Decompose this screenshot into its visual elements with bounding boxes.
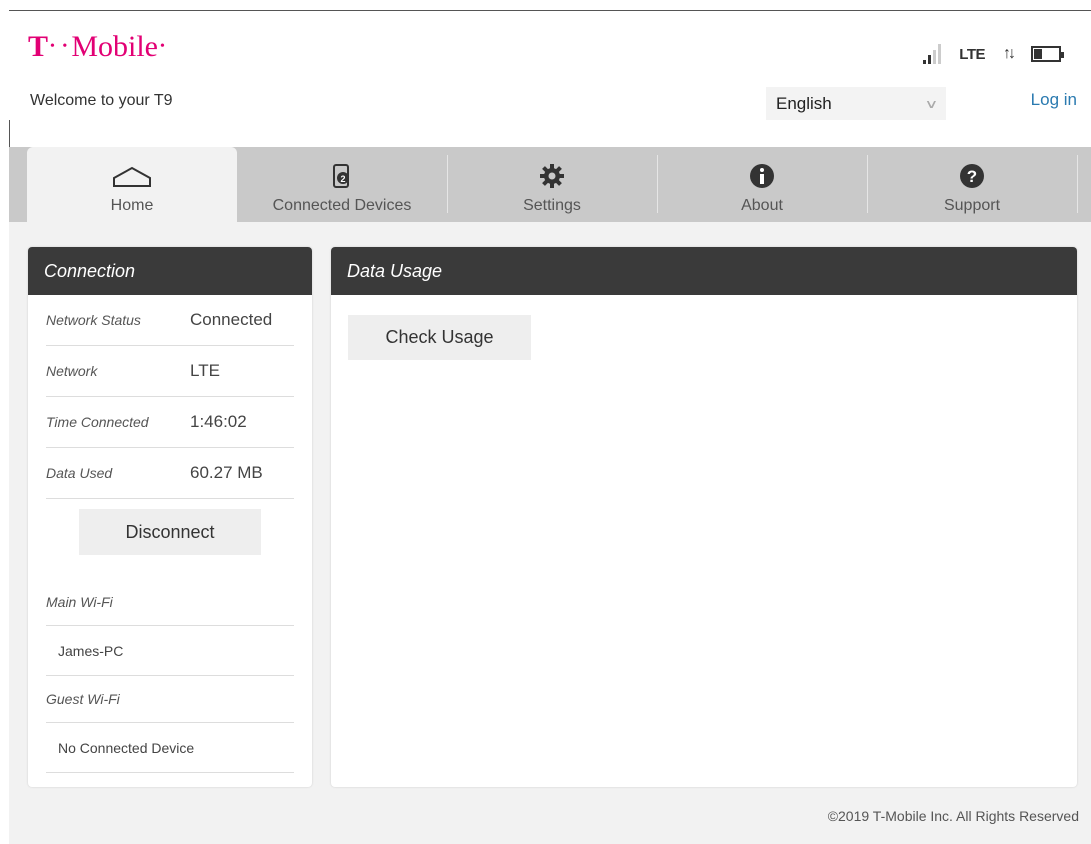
row-label: Time Connected [46,414,149,430]
connected-devices-icon: 2 [331,161,353,191]
check-usage-button[interactable]: Check Usage [348,315,531,360]
data-usage-panel: Data Usage Check Usage [331,247,1077,787]
battery-icon [1031,46,1064,62]
tab-settings[interactable]: Settings [447,147,657,222]
copyright: ©2019 T-Mobile Inc. All Rights Reserved [827,808,1079,824]
tab-label: Settings [523,197,581,214]
connection-title: Connection [28,247,312,295]
guest-wifi-device: No Connected Device [46,723,294,773]
main-content: Connection Network Status Connected Netw… [9,222,1091,844]
tab-home[interactable]: Home [27,147,237,222]
info-icon [749,161,775,191]
disconnect-button[interactable]: Disconnect [79,509,261,555]
row-label: Network [46,363,98,379]
row-value: 1:46:02 [190,412,247,431]
tab-about[interactable]: About [657,147,867,222]
chevron-down-icon: ∨ [924,96,939,111]
welcome-text: Welcome to your T9 [30,92,173,109]
tab-support[interactable]: ? Support [867,147,1077,222]
language-selected: English [776,93,832,113]
devices-badge: 2 [340,174,345,184]
main-wifi-label: Main Wi-Fi [46,579,294,626]
login-link[interactable]: Log in [1031,90,1077,110]
network-row: Network LTE [46,346,294,397]
tab-label: About [741,197,783,214]
status-bar: LTE ↑↓ [923,44,1064,64]
tab-label: Connected Devices [272,197,412,214]
t-mobile-logo: T • • Mobile • [28,30,167,63]
tab-separator [1077,155,1078,213]
language-select[interactable]: English ∨ [766,87,946,120]
home-icon [110,161,154,191]
signal-icon [923,44,942,64]
top-divider [9,10,1091,11]
row-value: Connected [190,310,273,329]
gear-icon [539,161,565,191]
tab-label: Home [110,197,154,214]
row-label: Data Used [46,465,113,481]
up-down-arrows-icon: ↑↓ [1003,45,1016,62]
help-icon: ? [959,161,985,191]
time-connected-row: Time Connected 1:46:02 [46,397,294,448]
row-value: 60.27 MB [190,463,263,482]
data-usage-title: Data Usage [331,247,1077,295]
data-used-row: Data Used 60.27 MB [46,448,294,499]
tab-label: Support [943,197,1001,214]
disconnect-wrap: Disconnect [28,499,312,579]
connection-panel: Connection Network Status Connected Netw… [28,247,312,787]
guest-wifi-label: Guest Wi-Fi [46,676,294,723]
svg-text:?: ? [967,167,977,186]
tab-connected-devices[interactable]: 2 Connected Devices [237,147,447,222]
main-nav: Home 2 Connected Devices Settings About … [9,147,1091,222]
status-row: Network Status Connected [46,295,294,346]
network-type-indicator: LTE [959,45,985,63]
row-label: Network Status [46,312,141,328]
main-wifi-device[interactable]: James-PC [46,626,294,676]
row-value: LTE [190,361,220,380]
